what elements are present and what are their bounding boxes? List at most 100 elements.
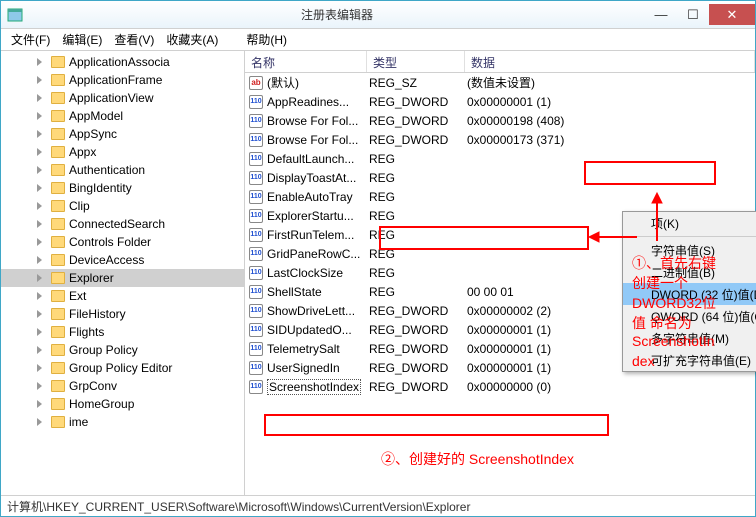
expand-icon[interactable] — [37, 346, 42, 354]
value-row[interactable]: 110Browse For Fol...REG_DWORD0x00000198 … — [245, 111, 755, 130]
tree-item-authentication[interactable]: Authentication — [1, 161, 244, 179]
folder-icon — [51, 74, 65, 86]
tree-item-applicationframe[interactable]: ApplicationFrame — [1, 71, 244, 89]
tree-label: GrpConv — [69, 379, 117, 393]
header-data[interactable]: 数据 — [465, 51, 755, 72]
tree-label: Flights — [69, 325, 104, 339]
close-button[interactable]: ✕ — [709, 4, 755, 25]
value-row[interactable]: 110AppReadines...REG_DWORD0x00000001 (1) — [245, 92, 755, 111]
value-type: REG_DWORD — [367, 361, 465, 375]
tree-item-bingidentity[interactable]: BingIdentity — [1, 179, 244, 197]
value-data: (数值未设置) — [465, 74, 755, 91]
expand-icon[interactable] — [37, 184, 42, 192]
tree-label: Clip — [69, 199, 90, 213]
value-row[interactable]: 110DefaultLaunch...REG — [245, 149, 755, 168]
header-type[interactable]: 类型 — [367, 51, 465, 72]
folder-icon — [51, 92, 65, 104]
value-row[interactable]: 110Browse For Fol...REG_DWORD0x00000173 … — [245, 130, 755, 149]
menu-item-dword[interactable]: DWORD (32 位)值(D)↖ — [623, 283, 756, 305]
tree-item-ext[interactable]: Ext — [1, 287, 244, 305]
menu-item-qword[interactable]: QWORD (64 位)值(Q) — [623, 305, 756, 327]
tree-item-deviceaccess[interactable]: DeviceAccess — [1, 251, 244, 269]
menu-item-expandstring[interactable]: 可扩充字符串值(E) — [623, 349, 756, 371]
expand-icon[interactable] — [37, 382, 42, 390]
list-header: 名称 类型 数据 — [245, 51, 755, 73]
tree-item-group-policy[interactable]: Group Policy — [1, 341, 244, 359]
tree-item-clip[interactable]: Clip — [1, 197, 244, 215]
tree-label: ApplicationAssocia — [69, 55, 170, 69]
maximize-button[interactable]: ☐ — [677, 4, 709, 25]
menu-edit[interactable]: 编辑(E) — [56, 29, 108, 50]
expand-icon[interactable] — [37, 112, 42, 120]
tree-label: AppModel — [69, 109, 123, 123]
expand-icon[interactable] — [37, 76, 42, 84]
expand-icon[interactable] — [37, 256, 42, 264]
folder-icon — [51, 146, 65, 158]
expand-icon[interactable] — [37, 166, 42, 174]
value-name: ShellState — [267, 285, 322, 299]
expand-icon[interactable] — [37, 238, 42, 246]
folder-icon — [51, 128, 65, 140]
folder-icon — [51, 218, 65, 230]
expand-icon[interactable] — [37, 418, 42, 426]
tree-item-flights[interactable]: Flights — [1, 323, 244, 341]
menu-item-binary[interactable]: 二进制值(B) — [623, 261, 756, 283]
tree-label: ApplicationView — [69, 91, 154, 105]
expand-icon[interactable] — [37, 400, 42, 408]
menu-item-key[interactable]: 项(K) — [623, 212, 756, 234]
value-type: REG — [367, 171, 465, 185]
value-type: REG_DWORD — [367, 95, 465, 109]
tree-item-group-policy-editor[interactable]: Group Policy Editor — [1, 359, 244, 377]
expand-icon[interactable] — [37, 202, 42, 210]
folder-icon — [51, 398, 65, 410]
menu-item-multistring[interactable]: 多字符串值(M) — [623, 327, 756, 349]
menubar: 文件(F) 编辑(E) 查看(V) 收藏夹(A) 帮助(H) — [1, 29, 755, 51]
tree-item-filehistory[interactable]: FileHistory — [1, 305, 244, 323]
expand-icon[interactable] — [37, 148, 42, 156]
tree-item-ime[interactable]: ime — [1, 413, 244, 431]
tree-item-appx[interactable]: Appx — [1, 143, 244, 161]
status-path: 计算机\HKEY_CURRENT_USER\Software\Microsoft… — [7, 498, 470, 515]
expand-icon[interactable] — [37, 364, 42, 372]
tree-item-applicationview[interactable]: ApplicationView — [1, 89, 244, 107]
expand-icon[interactable] — [37, 292, 42, 300]
value-name: DefaultLaunch... — [267, 152, 354, 166]
tree-item-grpconv[interactable]: GrpConv — [1, 377, 244, 395]
value-row[interactable]: 110EnableAutoTrayREG — [245, 187, 755, 206]
expand-icon[interactable] — [37, 220, 42, 228]
tree-pane[interactable]: ApplicationAssocia ApplicationFrame Applic… — [1, 51, 245, 495]
tree-label: Explorer — [69, 271, 114, 285]
header-name[interactable]: 名称 — [245, 51, 367, 72]
tree-item-appmodel[interactable]: AppModel — [1, 107, 244, 125]
tree-item-explorer[interactable]: Explorer — [1, 269, 244, 287]
value-name: AppReadines... — [267, 95, 349, 109]
expand-icon[interactable] — [37, 94, 42, 102]
menu-item-string[interactable]: 字符串值(S) — [623, 239, 756, 261]
menu-file[interactable]: 文件(F) — [5, 29, 56, 50]
menu-view[interactable]: 查看(V) — [108, 29, 160, 50]
value-name: UserSignedIn — [267, 361, 340, 375]
menu-fav[interactable]: 收藏夹(A) — [160, 29, 224, 50]
expand-icon[interactable] — [37, 328, 42, 336]
folder-icon — [51, 272, 65, 284]
tree-item-controls-folder[interactable]: Controls Folder — [1, 233, 244, 251]
minimize-button[interactable]: — — [645, 4, 677, 25]
expand-icon[interactable] — [37, 274, 42, 282]
binary-icon: 110 — [249, 152, 263, 166]
tree-item-applicationassocia[interactable]: ApplicationAssocia — [1, 53, 244, 71]
value-name: LastClockSize — [267, 266, 343, 280]
binary-icon: 110 — [249, 133, 263, 147]
expand-icon[interactable] — [37, 58, 42, 66]
value-row[interactable]: ab(默认)REG_SZ(数值未设置) — [245, 73, 755, 92]
value-type: REG — [367, 209, 465, 223]
value-row[interactable]: 110ScreenshotIndexREG_DWORD0x00000000 (0… — [245, 377, 755, 396]
value-row[interactable]: 110DisplayToastAt...REG — [245, 168, 755, 187]
tree-item-homegroup[interactable]: HomeGroup — [1, 395, 244, 413]
menu-help[interactable]: 帮助(H) — [240, 29, 293, 50]
expand-icon[interactable] — [37, 130, 42, 138]
value-name: SIDUpdatedO... — [267, 323, 352, 337]
binary-icon: 110 — [249, 171, 263, 185]
tree-item-appsync[interactable]: AppSync — [1, 125, 244, 143]
tree-item-connectedsearch[interactable]: ConnectedSearch — [1, 215, 244, 233]
expand-icon[interactable] — [37, 310, 42, 318]
